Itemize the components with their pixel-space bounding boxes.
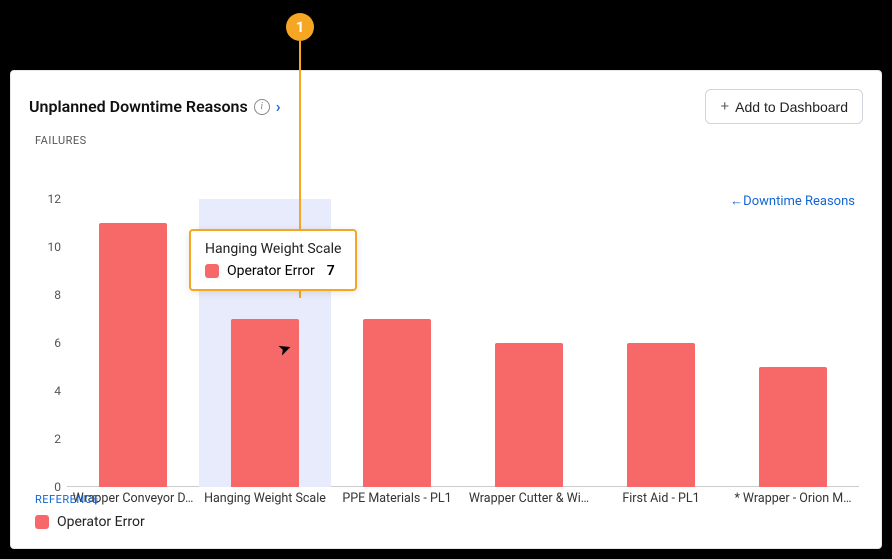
annotation-number: 1: [296, 18, 305, 36]
x-tick-label: First Aid - PL1: [595, 491, 727, 506]
add-to-dashboard-button[interactable]: + Add to Dashboard: [705, 89, 863, 124]
tooltip-category: Hanging Weight Scale: [205, 241, 341, 257]
chart-card: Unplanned Downtime Reasons i › + Add to …: [10, 70, 882, 549]
card-header: Unplanned Downtime Reasons i › + Add to …: [29, 89, 863, 124]
x-tick-label: Wrapper Cutter & Wi…: [463, 491, 595, 506]
tooltip-value: 7: [327, 263, 335, 279]
legend: Operator Error: [35, 514, 145, 530]
reference-header: REFERENCE: [35, 493, 99, 506]
bar[interactable]: [495, 343, 563, 487]
y-tick-label: 6: [35, 336, 61, 350]
y-tick-label: 12: [35, 192, 61, 206]
x-tick-label: Hanging Weight Scale: [199, 491, 331, 506]
bar[interactable]: [363, 319, 431, 487]
tooltip-series: Operator Error: [227, 263, 315, 279]
x-tick-label: PPE Materials - PL1: [331, 491, 463, 506]
add-button-label: Add to Dashboard: [735, 99, 848, 115]
chart-tooltip: Hanging Weight Scale Operator Error 7: [189, 229, 357, 291]
bar[interactable]: [99, 223, 167, 487]
annotation-badge: 1: [286, 13, 314, 41]
x-axis-line: [67, 486, 859, 487]
bar[interactable]: [627, 343, 695, 487]
y-tick-label: 0: [35, 480, 61, 494]
y-tick-label: 8: [35, 288, 61, 302]
plus-icon: +: [720, 98, 729, 115]
info-icon[interactable]: i: [254, 99, 270, 115]
chart-plot-area: 024681012Wrapper Conveyor D…Hanging Weig…: [67, 199, 859, 487]
card-title: Unplanned Downtime Reasons: [29, 97, 248, 116]
tooltip-row: Operator Error 7: [205, 263, 341, 279]
y-tick-label: 2: [35, 432, 61, 446]
x-tick-label: * Wrapper - Orion M…: [727, 491, 859, 506]
legend-swatch: [35, 515, 49, 529]
y-axis-label: FAILURES: [35, 134, 863, 147]
legend-label: Operator Error: [57, 514, 145, 530]
y-tick-label: 4: [35, 384, 61, 398]
chevron-right-icon[interactable]: ›: [276, 97, 281, 116]
title-group: Unplanned Downtime Reasons i ›: [29, 97, 281, 116]
tooltip-swatch: [205, 264, 219, 278]
y-tick-label: 10: [35, 240, 61, 254]
bar[interactable]: [759, 367, 827, 487]
